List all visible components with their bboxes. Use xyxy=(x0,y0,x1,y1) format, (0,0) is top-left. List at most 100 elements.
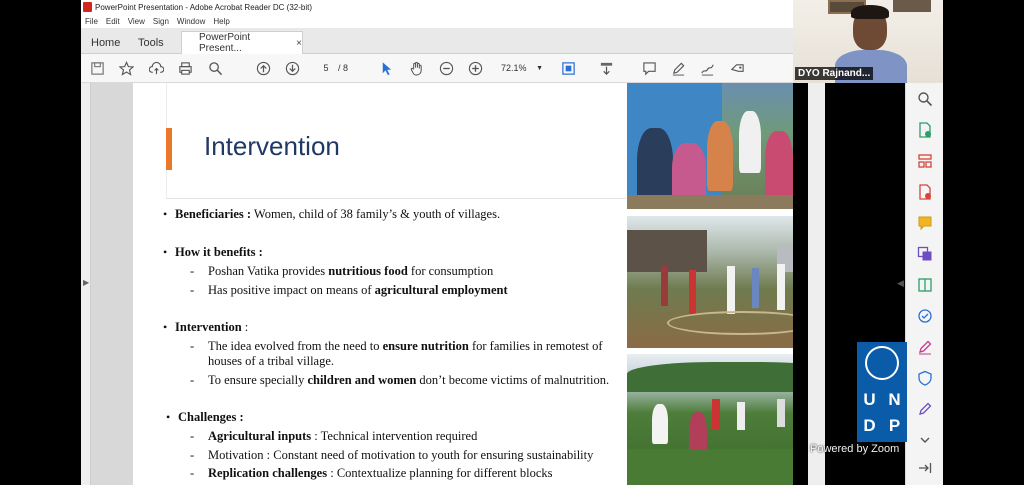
hand-icon[interactable] xyxy=(406,59,426,78)
beneficiaries-line: Beneficiaries : Women, child of 38 famil… xyxy=(175,207,500,222)
navigation-pane-toggle[interactable]: ▶ xyxy=(81,83,91,485)
pdf-app-icon xyxy=(83,2,92,12)
search-icon[interactable] xyxy=(205,59,225,78)
participant-video: DYO Rajnand... xyxy=(793,0,943,83)
page-up-icon[interactable] xyxy=(253,59,273,78)
menu-help[interactable]: Help xyxy=(213,17,229,26)
create-pdf-icon[interactable] xyxy=(917,184,933,200)
challenge-item: Agricultural inputs : Technical interven… xyxy=(208,429,477,444)
document-area[interactable]: ▶ Intervention • Beneficiaries : Women, … xyxy=(81,83,793,485)
tab-document-label: PowerPoint Present... xyxy=(199,32,251,54)
chevron-down-icon: ▼ xyxy=(536,65,543,72)
edit-pdf-icon[interactable] xyxy=(917,401,933,417)
dash-icon: - xyxy=(190,466,195,480)
intervention-colon: : xyxy=(241,320,249,334)
benefit-item: Has positive impact on means of agricult… xyxy=(208,283,508,298)
combine-files-icon[interactable] xyxy=(917,246,933,262)
challenges-label: Challenges : xyxy=(178,410,244,424)
undp-letter: N xyxy=(888,390,901,409)
benefit-bold: nutritious food xyxy=(328,264,408,278)
bullet-icon: • xyxy=(163,207,168,221)
tab-document[interactable]: PowerPoint Present... × xyxy=(181,31,303,54)
challenge-bold: Replication challenges xyxy=(208,466,328,480)
beneficiaries-text: Women, child of 38 family’s & youth of v… xyxy=(251,207,501,221)
select-pointer-icon[interactable] xyxy=(376,59,396,78)
menu-file[interactable]: File xyxy=(85,17,98,26)
scroll-mode-icon[interactable] xyxy=(596,59,616,78)
page-number-input[interactable]: 5 xyxy=(316,61,336,76)
screen: PowerPoint Presentation - Adobe Acrobat … xyxy=(0,0,1024,485)
dash-icon: - xyxy=(190,339,195,353)
dash-icon: - xyxy=(190,264,195,278)
challenge-bold: Agricultural inputs xyxy=(208,429,312,443)
menu-view[interactable]: View xyxy=(128,17,145,26)
search-tool-icon[interactable] xyxy=(917,91,933,107)
scan-ocr-icon[interactable] xyxy=(917,308,933,324)
chevron-left-icon[interactable]: ◀ xyxy=(897,278,904,289)
zoom-level-value: 72.1% xyxy=(501,63,527,73)
tab-tools[interactable]: Tools xyxy=(138,31,164,54)
intervention-text: To ensure specially xyxy=(208,373,308,387)
chevron-down-icon[interactable] xyxy=(917,432,933,448)
photo-field-visit xyxy=(627,354,793,485)
challenge-text: : Contextualize planning for different b… xyxy=(327,466,553,480)
benefit-text: for consumption xyxy=(407,264,494,278)
save-icon[interactable] xyxy=(87,59,107,78)
page-total: / 8 xyxy=(338,63,349,73)
un-emblem-icon xyxy=(865,346,899,380)
zoom-frame-edge xyxy=(943,0,1024,485)
challenges-heading: Challenges : xyxy=(178,410,244,425)
print-icon[interactable] xyxy=(175,59,195,78)
acrobat-window: PowerPoint Presentation - Adobe Acrobat … xyxy=(81,0,793,485)
right-tools-pane xyxy=(905,83,943,485)
zoom-in-icon[interactable] xyxy=(465,59,485,78)
chevron-right-icon: ▶ xyxy=(83,278,90,287)
intervention-label: Intervention xyxy=(175,320,242,334)
beneficiaries-label: Beneficiaries : xyxy=(175,207,252,221)
bullet-icon: • xyxy=(166,410,171,424)
export-pdf-icon[interactable] xyxy=(917,122,933,138)
zoom-out-icon[interactable] xyxy=(436,59,456,78)
dash-icon: - xyxy=(190,448,195,462)
comment-icon[interactable] xyxy=(639,59,659,78)
bullet-icon: • xyxy=(163,245,168,259)
slide-title: Intervention xyxy=(204,131,340,161)
highlight-pen-icon[interactable] xyxy=(668,59,688,78)
benefit-item: Poshan Vatika provides nutritious food f… xyxy=(208,264,493,279)
toolbar: 5 / 8 72.1% ▼ xyxy=(81,54,793,83)
participant-name: DYO Rajnand... xyxy=(795,67,874,80)
vertical-scrollbar[interactable] xyxy=(808,83,825,485)
compress-pdf-icon[interactable] xyxy=(917,277,933,293)
menu-window[interactable]: Window xyxy=(177,17,205,26)
intervention-item: The idea evolved from the need to ensure… xyxy=(208,339,603,354)
dash-icon: - xyxy=(190,429,195,443)
collapse-pane-icon[interactable] xyxy=(917,460,933,476)
undp-logo: U N D P xyxy=(857,342,907,442)
page-down-icon[interactable] xyxy=(282,59,302,78)
upload-icon[interactable] xyxy=(146,59,166,78)
dash-icon: - xyxy=(190,373,195,387)
intervention-bold: children and women xyxy=(307,373,417,387)
zoom-watermark: Powered by Zoom xyxy=(810,443,900,455)
close-tab-icon[interactable]: × xyxy=(296,38,302,49)
window-title: PowerPoint Presentation - Adobe Acrobat … xyxy=(95,2,313,12)
zoom-level-select[interactable]: 72.1% ▼ xyxy=(495,60,545,77)
fit-page-icon[interactable] xyxy=(558,59,578,78)
menu-sign[interactable]: Sign xyxy=(153,17,169,26)
dash-icon: - xyxy=(190,283,195,297)
protect-icon[interactable] xyxy=(917,370,933,386)
comment-tool-icon[interactable] xyxy=(917,215,933,231)
undp-letter: D xyxy=(863,416,876,435)
sign-icon[interactable] xyxy=(697,59,717,78)
intervention-item-line2: houses of a tribal village. xyxy=(208,354,335,368)
fill-sign-icon[interactable] xyxy=(917,339,933,355)
share-icon[interactable] xyxy=(727,59,747,78)
tab-bar: Home Tools PowerPoint Present... × xyxy=(81,28,793,54)
benefit-text: Has positive impact on means of xyxy=(208,283,375,297)
challenge-text: Motivation : Constant need of motivation… xyxy=(208,448,594,462)
star-icon[interactable] xyxy=(116,59,136,78)
photo-kitchen-garden-group xyxy=(627,216,793,348)
tab-home[interactable]: Home xyxy=(91,31,120,54)
menu-edit[interactable]: Edit xyxy=(106,17,120,26)
organize-pages-icon[interactable] xyxy=(917,153,933,169)
